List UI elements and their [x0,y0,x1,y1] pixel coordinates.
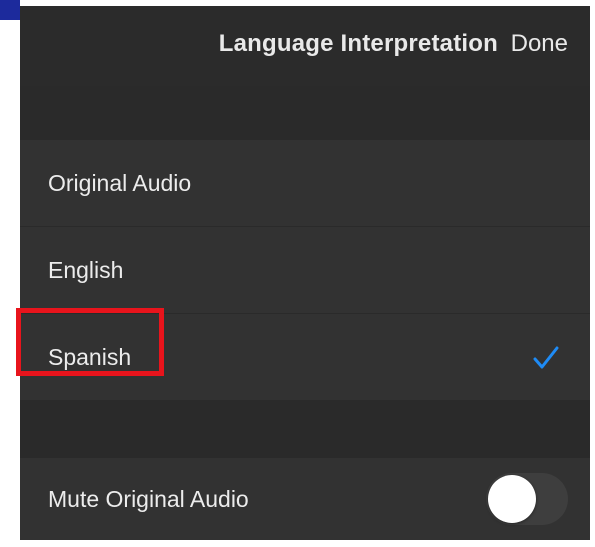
mute-original-audio-row: Mute Original Audio [20,458,590,540]
header-bar: Language Interpretation Done [20,6,590,86]
section-spacer [20,400,590,458]
language-item-label: English [48,256,124,283]
toggle-knob [488,475,536,523]
language-interpretation-panel: Language Interpretation Done Original Au… [20,6,590,540]
language-item-original-audio[interactable]: Original Audio [20,140,590,227]
section-spacer [20,86,590,140]
mute-original-audio-toggle[interactable] [486,473,568,525]
mute-original-audio-label: Mute Original Audio [48,485,249,512]
language-item-label: Original Audio [48,169,192,196]
corner-marker [0,0,20,20]
language-item-label: Spanish [48,343,132,370]
checkmark-icon [533,346,559,369]
page-title: Language Interpretation [218,30,498,57]
mute-row-content: Mute Original Audio [20,458,590,540]
language-item-english[interactable]: English [20,227,590,314]
done-button[interactable]: Done [511,30,568,58]
language-list: Original Audio English Spanish [20,140,590,400]
language-item-spanish[interactable]: Spanish [20,314,590,400]
